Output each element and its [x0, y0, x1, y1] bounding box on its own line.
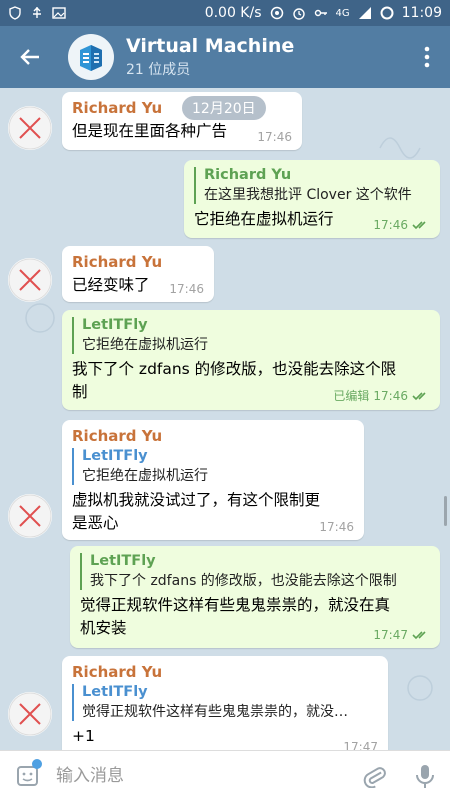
sender-name: Richard Yu: [72, 663, 163, 681]
clock: 11:09: [401, 5, 442, 21]
message-time: 17:47: [373, 628, 408, 642]
attach-button[interactable]: [350, 751, 400, 800]
message-text: +1: [72, 727, 95, 745]
message-text-line: 我下了个 zdfans 的修改版，也没能去除这个限: [72, 360, 397, 378]
reply-quote[interactable]: LetITFly 我下了个 zdfans 的修改版，也没能去除这个限制: [80, 553, 430, 590]
avatar[interactable]: [8, 494, 52, 538]
network-speed: 0.00 K/s: [204, 5, 262, 21]
avatar[interactable]: [8, 106, 52, 150]
reply-author: LetITFly: [82, 684, 148, 700]
avatar-placeholder-icon: [8, 494, 52, 538]
message-bubble[interactable]: Richard Yu 但是现在里面各种广告 17:46: [62, 92, 302, 150]
message-time: 17:46: [373, 218, 408, 232]
double-check-icon: [412, 391, 426, 400]
header-titles[interactable]: Virtual Machine 21 位成员: [126, 35, 294, 79]
key-icon: [314, 9, 327, 17]
message-bubble[interactable]: Richard Yu LetITFly 它拒绝在虚拟机运行 虚拟机我就没试过了，…: [62, 420, 364, 540]
message-time: 17:46: [257, 130, 292, 144]
message-time: 17:46: [319, 520, 354, 534]
message-bubble[interactable]: Richard Yu 已经变味了 17:46: [62, 246, 214, 302]
date-badge: 12月20日: [182, 96, 266, 120]
status-right: 0.00 K/s 4G 11:09: [205, 5, 442, 21]
status-left: [8, 6, 66, 20]
reply-text: 在这里我想批评 Clover 这个软件: [204, 187, 412, 203]
message-bubble[interactable]: Richard Yu LetITFly 觉得正规软件这样有些鬼鬼祟祟的，就没… …: [62, 656, 388, 750]
reply-quote[interactable]: Richard Yu 在这里我想批评 Clover 这个软件: [194, 167, 430, 204]
sender-name: Richard Yu: [72, 427, 163, 445]
reply-text: 觉得正规软件这样有些鬼鬼祟祟的，就没…: [82, 704, 348, 720]
alarm-icon: [292, 8, 305, 20]
sender-name: Richard Yu: [72, 253, 163, 271]
message-text-line: 觉得正规软件这样有些鬼鬼祟祟的，就没在真: [80, 596, 391, 614]
double-check-icon: [412, 221, 426, 230]
chat-header: Virtual Machine 21 位成员: [0, 26, 450, 88]
message-input[interactable]: [56, 750, 350, 800]
avatar-placeholder-icon: [8, 258, 52, 302]
more-vert-icon: [424, 46, 430, 68]
reply-author: LetITFly: [82, 448, 148, 464]
reply-quote[interactable]: LetITFly 它拒绝在虚拟机运行: [72, 448, 354, 485]
shield-icon: [9, 6, 21, 20]
status-bar: 0.00 K/s 4G 11:09: [0, 0, 450, 26]
scrollbar-thumb[interactable]: [444, 496, 447, 526]
back-arrow-icon: [20, 49, 39, 65]
group-avatar[interactable]: [68, 34, 114, 80]
avatar[interactable]: [8, 692, 52, 736]
data-saver-icon: [270, 6, 283, 20]
group-avatar-icon: [80, 45, 102, 71]
message-input-bar: [0, 750, 450, 800]
message-bubble[interactable]: LetITFly 我下了个 zdfans 的修改版，也没能去除这个限制 觉得正规…: [70, 546, 440, 648]
emoji-button[interactable]: [0, 751, 56, 800]
message-text-line: 虚拟机我就没试过了，有这个限制更: [72, 491, 321, 509]
reply-text: 它拒绝在虚拟机运行: [82, 468, 208, 484]
back-button[interactable]: [0, 26, 60, 88]
notification-dot: [32, 758, 42, 769]
reply-author: LetITFly: [82, 317, 148, 333]
reply-text: 它拒绝在虚拟机运行: [82, 337, 208, 353]
reply-text: 我下了个 zdfans 的修改版，也没能去除这个限制: [90, 573, 397, 589]
avatar-placeholder-icon: [8, 106, 52, 150]
reply-quote[interactable]: LetITFly 它拒绝在虚拟机运行: [72, 317, 430, 354]
avatar-placeholder-icon: [8, 692, 52, 736]
image-icon: [52, 7, 66, 19]
signal-icon: [358, 7, 371, 19]
signal-label: 4G: [335, 7, 350, 19]
chat-area[interactable]: Richard Yu 但是现在里面各种广告 17:46 12月20日 Richa…: [0, 88, 450, 750]
edited-label: 已编辑: [333, 389, 370, 403]
reply-author: LetITFly: [90, 553, 156, 569]
mic-icon: [416, 764, 434, 788]
message-time: 17:46: [373, 388, 408, 403]
reply-quote[interactable]: LetITFly 觉得正规软件这样有些鬼鬼祟祟的，就没…: [72, 684, 378, 721]
avatar[interactable]: [8, 258, 52, 302]
reply-author: Richard Yu: [204, 167, 292, 183]
battery-ring-icon: [380, 6, 394, 20]
chat-title: Virtual Machine: [126, 35, 295, 57]
message-bubble[interactable]: LetITFly 它拒绝在虚拟机运行 我下了个 zdfans 的修改版，也没能去…: [62, 310, 440, 410]
attach-icon: [363, 766, 386, 788]
usb-icon: [33, 7, 41, 18]
member-count: 21 位成员: [126, 62, 191, 78]
message-time: 17:47: [343, 740, 378, 750]
more-menu-button[interactable]: [404, 26, 450, 88]
message-text-line: 是恶心: [72, 514, 119, 532]
message-bubble[interactable]: Richard Yu 在这里我想批评 Clover 这个软件 它拒绝在虚拟机运行…: [184, 160, 440, 238]
message-time: 17:46: [169, 282, 204, 296]
double-check-icon: [412, 631, 426, 640]
voice-button[interactable]: [400, 751, 450, 800]
